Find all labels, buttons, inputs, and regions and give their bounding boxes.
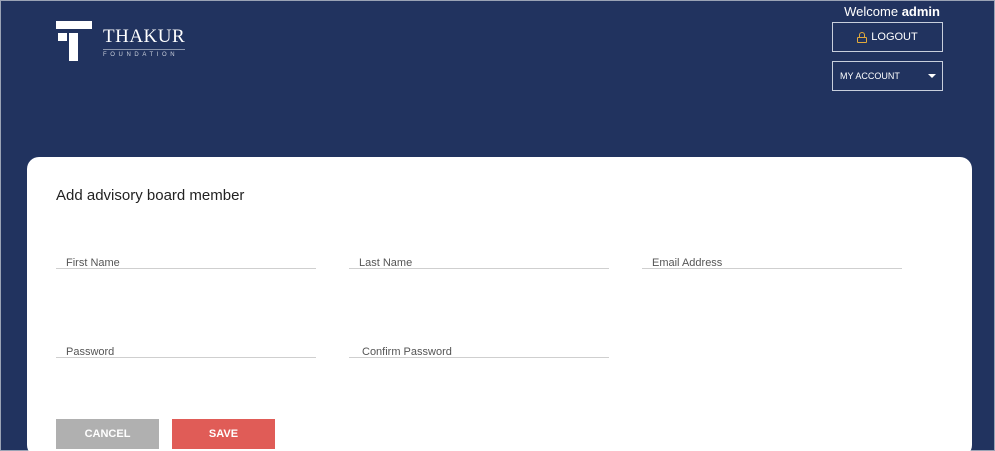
email-field[interactable]: Email Address (642, 233, 902, 269)
caret-down-icon (928, 74, 936, 78)
last-name-placeholder: Last Name (359, 257, 413, 269)
logout-button[interactable]: LOGOUT (832, 22, 943, 52)
logout-label: LOGOUT (871, 31, 918, 43)
logo-subtitle: FOUNDATION (103, 49, 186, 58)
password-placeholder: Password (66, 346, 115, 358)
logo[interactable]: THAKUR FOUNDATION (56, 21, 186, 61)
my-account-dropdown[interactable]: MY ACCOUNT (832, 61, 943, 91)
confirm-password-placeholder: Confirm Password (362, 346, 452, 358)
welcome-message: Welcome admin (844, 4, 940, 19)
password-field[interactable]: Password (56, 322, 316, 358)
last-name-field[interactable]: Last Name (349, 233, 609, 269)
welcome-prefix: Welcome (844, 4, 899, 19)
my-account-label: MY ACCOUNT (840, 71, 900, 81)
form-title: Add advisory board member (56, 187, 245, 204)
save-button[interactable]: SAVE (172, 419, 275, 449)
logo-mark-icon (56, 21, 94, 61)
form-card: Add advisory board member First Name Las… (27, 157, 972, 451)
logo-text: THAKUR FOUNDATION (103, 26, 186, 58)
first-name-placeholder: First Name (66, 257, 120, 269)
lock-icon (857, 31, 868, 43)
cancel-button[interactable]: CANCEL (56, 419, 159, 449)
first-name-field[interactable]: First Name (56, 233, 316, 269)
email-placeholder: Email Address (652, 257, 723, 269)
logo-title: THAKUR (103, 26, 186, 47)
welcome-user: admin (901, 4, 940, 19)
confirm-password-field[interactable]: Confirm Password (349, 322, 609, 358)
